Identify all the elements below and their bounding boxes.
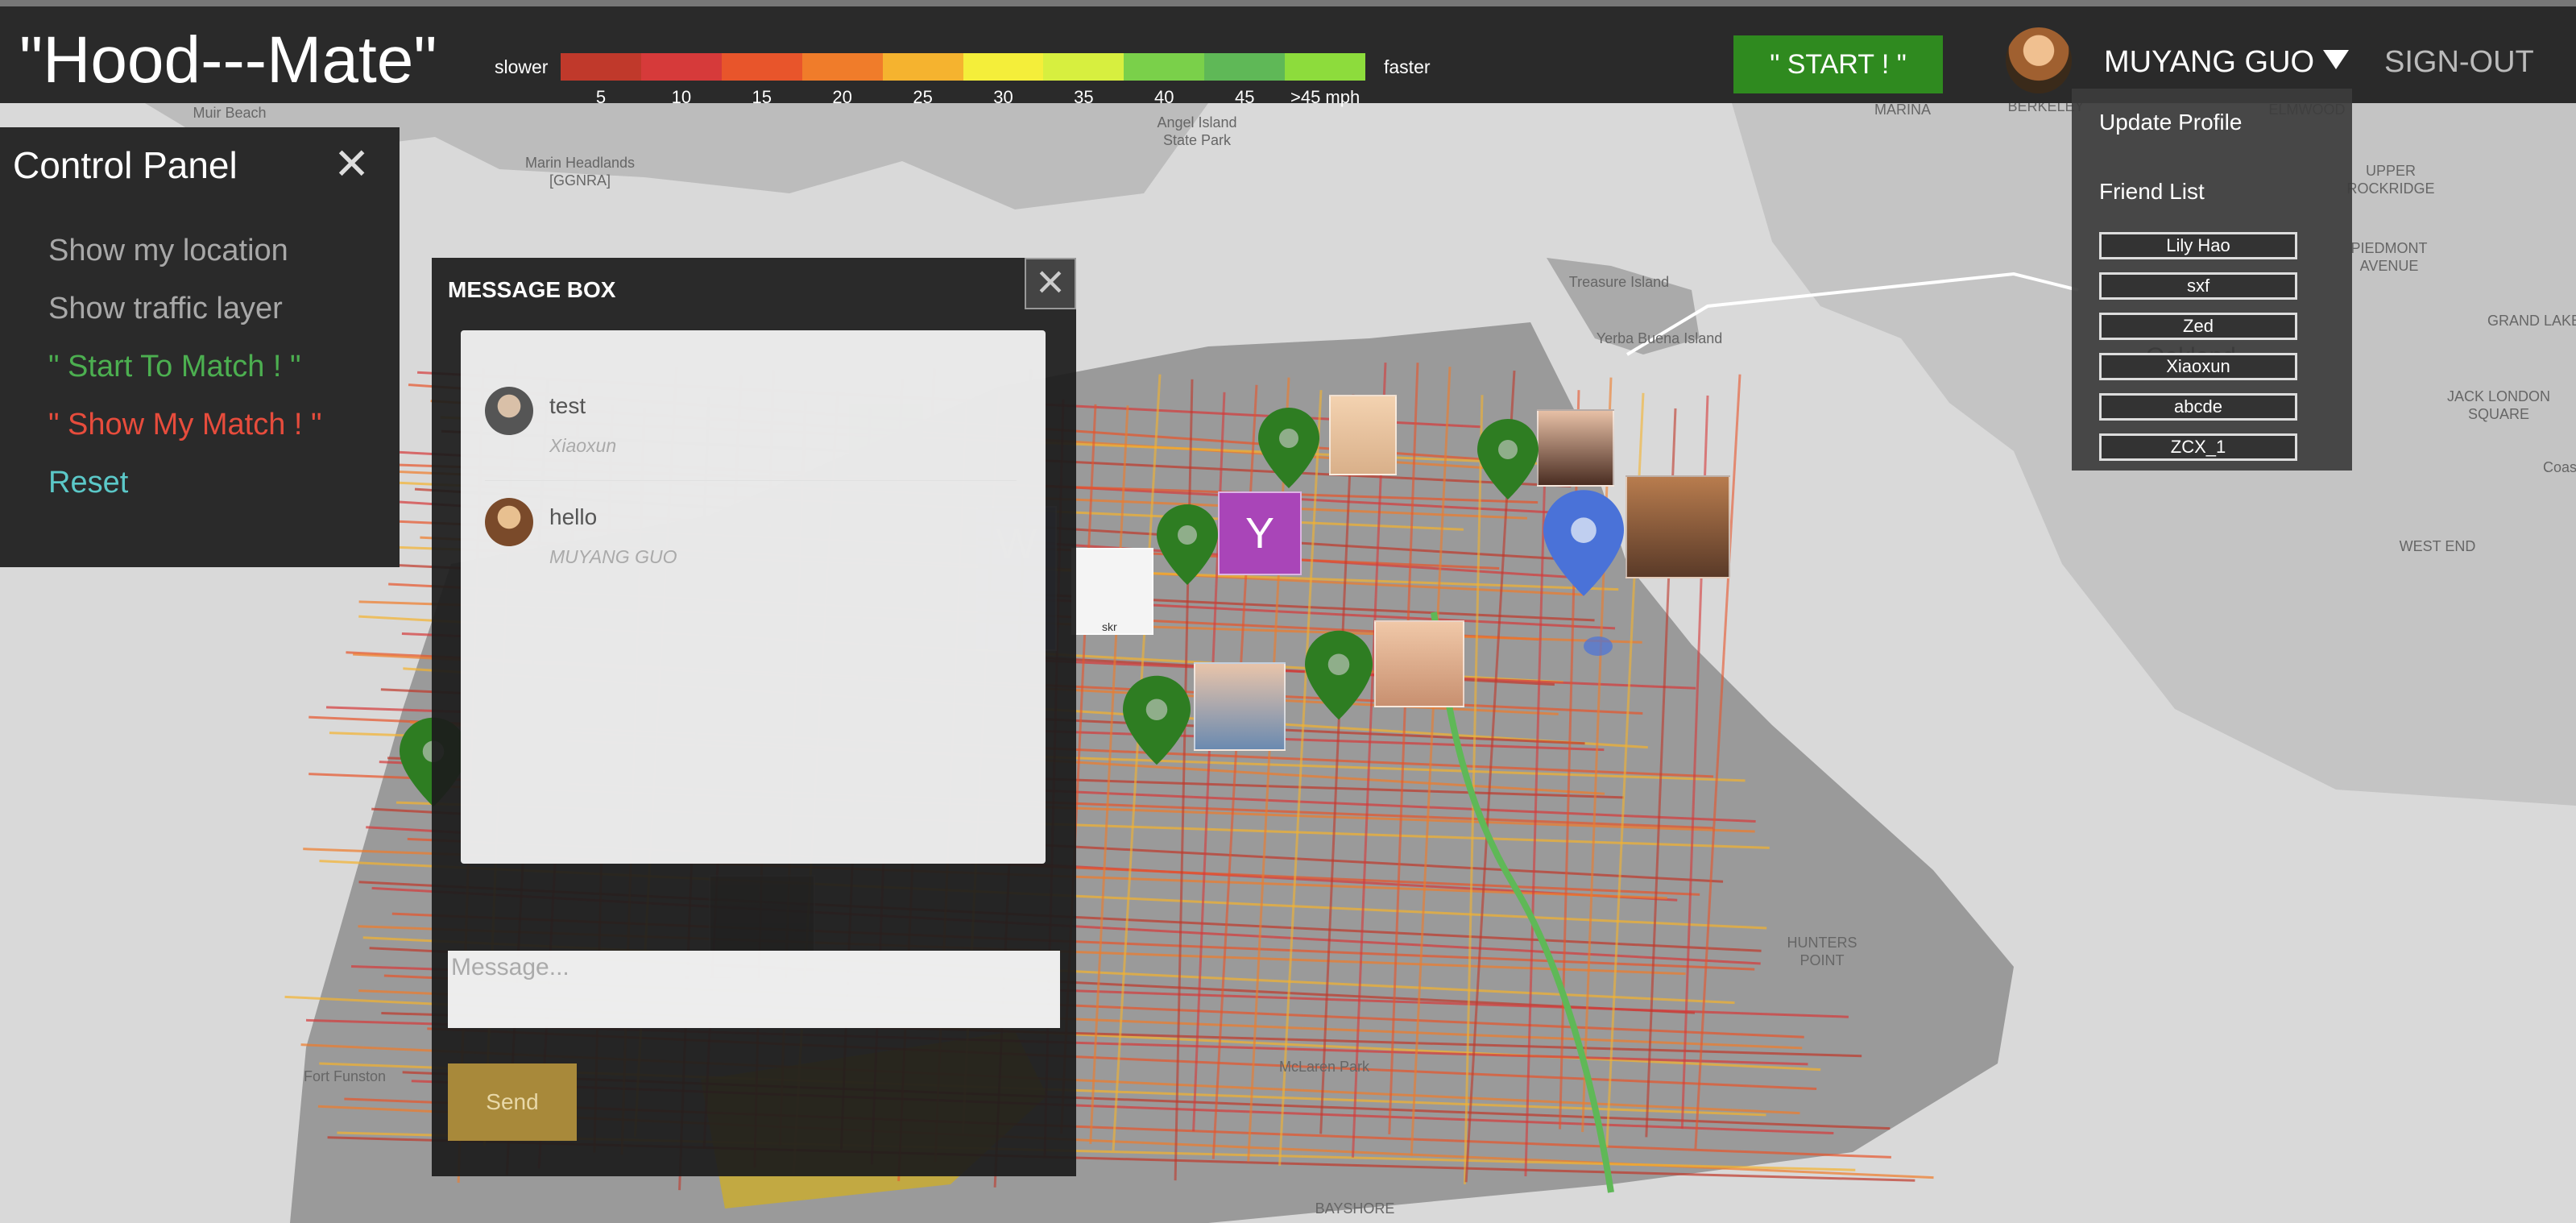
- map-user-photo[interactable]: [1626, 475, 1730, 578]
- speed-legend-bar: [561, 53, 1366, 81]
- map-place-label: Marin Headlands: [525, 155, 635, 171]
- close-icon[interactable]: ✕: [333, 139, 370, 189]
- message-input[interactable]: Message...: [448, 951, 1060, 1028]
- legend-swatch: [963, 53, 1044, 81]
- map-user-photo[interactable]: [1374, 620, 1464, 707]
- friend-list-item[interactable]: Friend List: [2099, 179, 2205, 205]
- start-to-match-button[interactable]: " Start To Match ! ": [48, 350, 301, 384]
- location-pin-icon[interactable]: [1305, 630, 1373, 720]
- message-sender: Xiaoxun: [549, 435, 617, 456]
- legend-swatch: [561, 53, 641, 81]
- map-place-label: POINT: [1799, 952, 1844, 968]
- map-place-label: Coas: [2543, 459, 2576, 475]
- legend-faster-label: faster: [1384, 56, 1431, 77]
- legend-swatch: [1204, 53, 1286, 81]
- brand-title: "Hood---Mate": [19, 23, 437, 97]
- legend-tick-label: 5: [595, 87, 607, 107]
- message-box: MESSAGE BOX × test Xiaoxun hello MUYANG …: [432, 258, 1076, 1176]
- map-place-label: State Park: [1163, 132, 1232, 148]
- map-place-label: BAYSHORE: [1315, 1200, 1395, 1217]
- map-user-photo[interactable]: skr: [1071, 548, 1153, 635]
- legend-swatch: [640, 53, 722, 81]
- map-place-label: SQUARE: [2468, 406, 2529, 422]
- friend-button[interactable]: sxf: [2099, 272, 2297, 300]
- legend-tick-label: 45: [1234, 87, 1255, 107]
- legend-tick-label: 15: [752, 87, 772, 107]
- message-text: test: [549, 393, 586, 418]
- location-pin-icon[interactable]: [1584, 635, 1613, 657]
- message-list: test Xiaoxun hello MUYANG GUO: [461, 330, 1046, 864]
- legend-swatch: [801, 53, 883, 81]
- avatar: [485, 387, 533, 435]
- user-dropdown-menu: Update Profile Friend List Lily Hao sxf …: [2072, 89, 2352, 471]
- map-place-label: Angel Island: [1157, 114, 1236, 131]
- map-place-label: Fort Funston: [304, 1068, 386, 1084]
- map-user-photo[interactable]: [1329, 395, 1397, 475]
- map-place-label: HUNTERS: [1787, 935, 1857, 951]
- friend-button[interactable]: Zed: [2099, 313, 2297, 340]
- map-user-photo[interactable]: [1537, 409, 1614, 487]
- legend-slower-label: slower: [495, 56, 549, 77]
- avatar: [485, 498, 533, 546]
- friend-button[interactable]: Xiaoxun: [2099, 353, 2297, 380]
- legend-swatch: [882, 53, 963, 81]
- message-text: hello: [549, 504, 598, 529]
- signout-link[interactable]: SIGN-OUT: [2384, 45, 2534, 80]
- map-place-label: MARINA: [1874, 102, 1931, 118]
- legend-swatch: [1043, 53, 1124, 81]
- map-letter-marker[interactable]: Y: [1218, 491, 1302, 575]
- legend-tick-label: >45 mph: [1290, 87, 1360, 107]
- legend-tick-label: 35: [1074, 87, 1094, 107]
- send-button[interactable]: Send: [448, 1063, 577, 1141]
- map-place-label: UPPER: [2366, 163, 2416, 179]
- photo-caption: skr: [1102, 620, 1117, 633]
- legend-tick-label: 25: [913, 87, 933, 107]
- location-pin-icon[interactable]: [1258, 408, 1319, 488]
- map-place-label: McLaren Park: [1279, 1059, 1370, 1075]
- control-panel: Control Panel ✕ Show my location Show tr…: [0, 127, 400, 567]
- legend-tick-label: 30: [993, 87, 1013, 107]
- map-place-label: Muir Beach: [193, 105, 266, 121]
- map-place-label: Treasure Island: [1569, 274, 1669, 290]
- friend-button[interactable]: Lily Hao: [2099, 232, 2297, 259]
- speed-legend-ticks: 5 10 15 20 25 30 35 40 45 >45 mph: [561, 87, 1365, 108]
- chevron-down-icon[interactable]: [2323, 50, 2349, 69]
- location-pin-icon[interactable]: [1477, 419, 1539, 500]
- friend-button[interactable]: ZCX_1: [2099, 433, 2297, 461]
- map-place-label: AVENUE: [2360, 258, 2419, 274]
- reset-button[interactable]: Reset: [48, 466, 128, 500]
- map-place-label: Yerba Buena Island: [1597, 330, 1722, 346]
- control-panel-title: Control Panel: [13, 144, 238, 186]
- avatar[interactable]: [2006, 27, 2072, 93]
- friend-button[interactable]: abcde: [2099, 393, 2297, 421]
- message-box-title: MESSAGE BOX: [448, 277, 616, 302]
- location-pin-icon[interactable]: [1157, 504, 1218, 585]
- username-dropdown[interactable]: MUYANG GUO: [2104, 45, 2314, 80]
- map-place-label: GRAND LAKE: [2487, 313, 2576, 329]
- location-pin-icon[interactable]: [1123, 675, 1191, 765]
- legend-tick-label: 40: [1154, 87, 1174, 107]
- message-divider: [485, 480, 1017, 481]
- map-place-label: PIEDMONT: [2350, 240, 2427, 256]
- my-location-pin-icon[interactable]: [1543, 490, 1624, 596]
- legend-swatch: [721, 53, 802, 81]
- close-icon[interactable]: ×: [1025, 258, 1076, 309]
- show-my-match-button[interactable]: " Show My Match ! ": [48, 408, 322, 442]
- map-place-label: WEST END: [2400, 538, 2476, 554]
- top-navbar: "Hood---Mate" slower 5 10 15 20 25 30 35 40 45 >4…: [0, 0, 2576, 107]
- map-place-label: ROCKRIDGE: [2346, 180, 2434, 197]
- map-place-label: JACK LONDON: [2447, 388, 2550, 404]
- show-traffic-layer-button[interactable]: Show traffic layer: [48, 292, 283, 326]
- start-button[interactable]: " START ! ": [1733, 35, 1943, 93]
- map-user-photo[interactable]: [1194, 662, 1286, 751]
- message-sender: MUYANG GUO: [549, 546, 677, 567]
- legend-tick-label: 20: [832, 87, 852, 107]
- legend-tick-label: 10: [671, 87, 692, 107]
- legend-swatch: [1285, 53, 1366, 81]
- show-my-location-button[interactable]: Show my location: [48, 234, 288, 268]
- legend-swatch: [1124, 53, 1205, 81]
- map-place-label: [GGNRA]: [549, 172, 611, 189]
- update-profile-item[interactable]: Update Profile: [2099, 110, 2242, 135]
